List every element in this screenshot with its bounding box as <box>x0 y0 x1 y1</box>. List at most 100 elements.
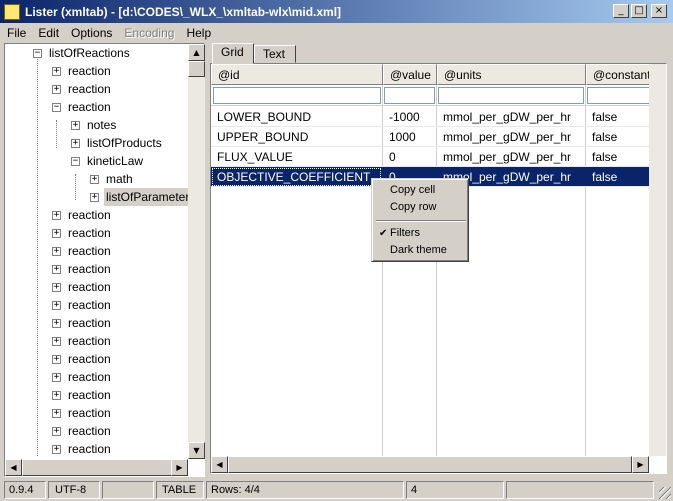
maximize-button[interactable]: □ <box>631 4 647 18</box>
cell-value[interactable]: 0 <box>383 147 436 167</box>
menu-filters[interactable]: ✔ Filters <box>375 225 467 242</box>
column-header-units[interactable]: @units <box>437 64 586 85</box>
expand-icon[interactable]: + <box>52 444 61 454</box>
tree-node[interactable]: + listOfParameters <box>90 188 188 206</box>
xml-tree[interactable]: − listOfReactions + reaction + reaction − react… <box>5 44 188 459</box>
scroll-left-button[interactable]: ◀ <box>211 456 228 473</box>
tree-node[interactable]: + reaction <box>52 404 113 422</box>
menu-file[interactable]: File <box>2 26 31 40</box>
tree-node[interactable]: + reaction <box>52 386 113 404</box>
tree-node[interactable]: + reaction <box>52 242 113 260</box>
tree-node[interactable]: + reaction <box>52 278 113 296</box>
cell-units[interactable]: mmol_per_gDW_per_hr <box>437 127 585 147</box>
tree-node[interactable]: − reaction <box>52 98 113 116</box>
collapse-icon[interactable]: − <box>33 48 42 58</box>
expand-icon[interactable]: + <box>71 138 80 148</box>
tree-node[interactable]: − kineticLaw <box>71 152 145 170</box>
tree-horizontal-scrollbar[interactable]: ◀ ▶ <box>5 459 188 476</box>
grid-vertical-scrollbar[interactable] <box>649 64 666 456</box>
cell-units[interactable]: mmol_per_gDW_per_hr <box>437 147 585 167</box>
tree-node[interactable]: + reaction <box>52 368 113 386</box>
expand-icon[interactable]: + <box>71 120 80 130</box>
expand-icon[interactable]: + <box>90 192 99 202</box>
tree-node[interactable]: + listOfProducts <box>71 134 164 152</box>
expand-icon[interactable]: + <box>52 408 61 418</box>
column-header-id[interactable]: @id <box>211 64 383 85</box>
tab-grid[interactable]: Grid <box>212 43 254 64</box>
cell-id[interactable]: FLUX_VALUE <box>211 147 382 167</box>
expand-icon[interactable]: + <box>52 246 61 256</box>
tree-node[interactable]: + reaction <box>52 440 113 458</box>
scroll-thumb[interactable] <box>188 61 205 77</box>
filter-units-input[interactable] <box>438 87 584 104</box>
tree-node[interactable]: + reaction <box>52 350 113 368</box>
cell-constant[interactable]: false <box>586 107 649 127</box>
scroll-thumb[interactable] <box>228 456 632 473</box>
expand-icon[interactable]: + <box>52 390 61 400</box>
tree-node[interactable]: + reaction <box>52 62 113 80</box>
minimize-button[interactable]: _ <box>613 4 629 18</box>
xml-tree-pane[interactable]: − listOfReactions + reaction + reaction − react… <box>4 43 205 477</box>
cell-id[interactable]: OBJECTIVE_COEFFICIENT <box>211 167 382 187</box>
column-header-constant[interactable]: @constant <box>586 64 649 85</box>
menu-help[interactable]: Help <box>181 26 216 40</box>
cell-units[interactable]: mmol_per_gDW_per_hr <box>437 107 585 127</box>
scroll-up-button[interactable]: ▲ <box>188 44 205 61</box>
tree-node[interactable]: + reaction <box>52 332 113 350</box>
title-bar[interactable]: Lister (xmltab) - [d:\CODES\_WLX_\xmltab… <box>0 0 673 23</box>
filter-id-input[interactable] <box>213 87 381 104</box>
cell-constant[interactable]: false <box>586 167 649 187</box>
cell-id[interactable]: UPPER_BOUND <box>211 127 382 147</box>
table-row[interactable]: FLUX_VALUE 0 mmol_per_gDW_per_hr false <box>211 147 649 167</box>
collapse-icon[interactable]: − <box>52 102 61 112</box>
tree-node[interactable]: + reaction <box>52 206 113 224</box>
expand-icon[interactable]: + <box>52 318 61 328</box>
grid-pane[interactable]: @id @value @units @constant LOWER_BOUND … <box>210 63 667 474</box>
expand-icon[interactable]: + <box>52 228 61 238</box>
table-row[interactable]: LOWER_BOUND -1000 mmol_per_gDW_per_hr fa… <box>211 107 649 127</box>
menu-options[interactable]: Options <box>66 26 117 40</box>
expand-icon[interactable]: + <box>52 66 61 76</box>
menu-copy-row[interactable]: Copy row <box>375 199 467 216</box>
tree-node[interactable]: + reaction <box>52 260 113 278</box>
expand-icon[interactable]: + <box>90 174 99 184</box>
expand-icon[interactable]: + <box>52 264 61 274</box>
resize-grip-icon[interactable] <box>659 487 671 499</box>
scroll-left-button[interactable]: ◀ <box>5 459 22 476</box>
expand-icon[interactable]: + <box>52 372 61 382</box>
menu-edit[interactable]: Edit <box>33 26 64 40</box>
column-header-value[interactable]: @value <box>383 64 437 85</box>
cell-id[interactable]: LOWER_BOUND <box>211 107 382 127</box>
close-button[interactable]: × <box>651 4 667 18</box>
scroll-thumb[interactable] <box>22 459 172 476</box>
tab-text[interactable]: Text <box>254 45 296 63</box>
collapse-icon[interactable]: − <box>71 156 80 166</box>
expand-icon[interactable]: + <box>52 354 61 364</box>
scroll-down-button[interactable]: ▼ <box>188 442 205 459</box>
filter-value-input[interactable] <box>384 87 435 104</box>
scroll-right-button[interactable]: ▶ <box>632 456 649 473</box>
tree-node[interactable]: + math <box>90 170 135 188</box>
expand-icon[interactable]: + <box>52 426 61 436</box>
expand-icon[interactable]: + <box>52 210 61 220</box>
tree-node[interactable]: + reaction <box>52 80 113 98</box>
filter-constant-input[interactable] <box>587 87 649 104</box>
cell-value[interactable]: 1000 <box>383 127 436 147</box>
cell-value[interactable]: -1000 <box>383 107 436 127</box>
cell-constant[interactable]: false <box>586 147 649 167</box>
expand-icon[interactable]: + <box>52 84 61 94</box>
tree-node[interactable]: + reaction <box>52 224 113 242</box>
table-row[interactable]: UPPER_BOUND 1000 mmol_per_gDW_per_hr fal… <box>211 127 649 147</box>
scroll-right-button[interactable]: ▶ <box>171 459 188 476</box>
tree-node[interactable]: + reaction <box>52 296 113 314</box>
tree-node[interactable]: + reaction <box>52 422 113 440</box>
tree-node[interactable]: − listOfReactions <box>33 44 132 62</box>
expand-icon[interactable]: + <box>52 336 61 346</box>
tree-node[interactable]: + reaction <box>52 314 113 332</box>
tree-node[interactable]: + notes <box>71 116 118 134</box>
menu-dark-theme[interactable]: Dark theme <box>375 242 467 259</box>
expand-icon[interactable]: + <box>52 282 61 292</box>
expand-icon[interactable]: + <box>52 300 61 310</box>
cell-constant[interactable]: false <box>586 127 649 147</box>
menu-encoding[interactable]: Encoding <box>119 26 179 40</box>
